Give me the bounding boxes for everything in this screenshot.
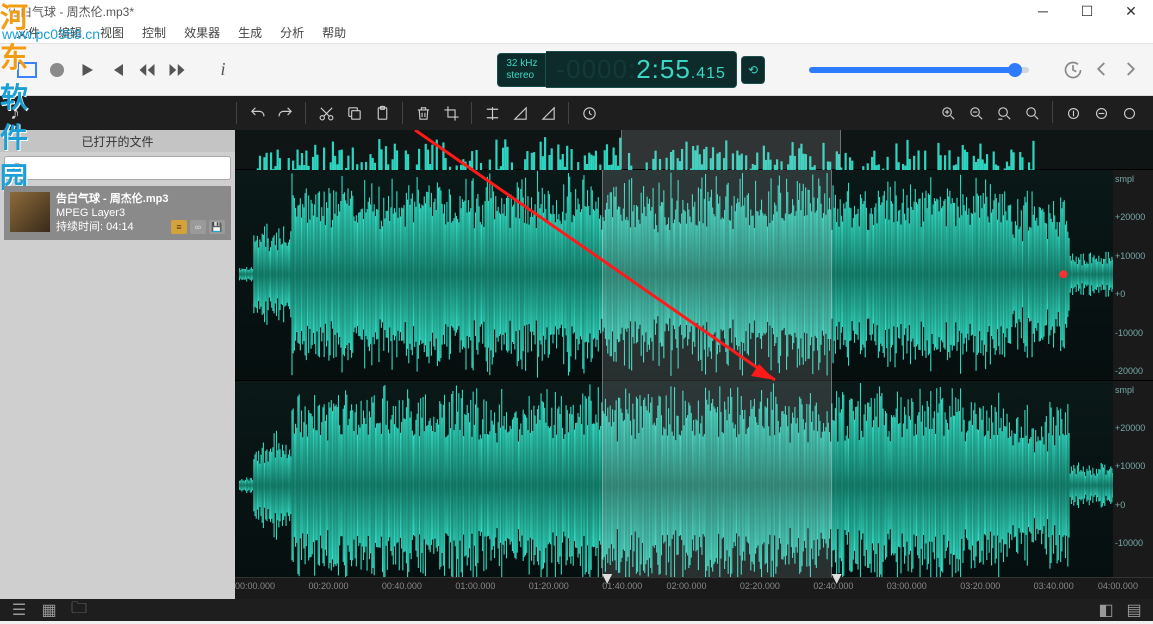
menu-generate[interactable]: 生成 [238, 24, 262, 41]
redo-button[interactable] [273, 101, 297, 125]
minimize-button[interactable]: ─ [1021, 0, 1065, 22]
undo-button[interactable] [245, 101, 269, 125]
view-folder-icon[interactable]: 🗀 [70, 601, 88, 619]
zoom-selection-button[interactable] [992, 101, 1016, 125]
info-button[interactable]: i [210, 57, 236, 83]
rewind-button[interactable] [134, 57, 160, 83]
channels-icon[interactable]: ◧ [1097, 601, 1115, 619]
y-ruler-left: smpl +20000+10000+0-10000-20000 [1113, 170, 1153, 380]
cut-button[interactable] [314, 101, 338, 125]
search-icon [11, 161, 25, 175]
skip-start-button[interactable] [104, 57, 130, 83]
zoom-in-button[interactable] [936, 101, 960, 125]
audio-format-label: 32 kHz stereo [497, 53, 546, 87]
menu-help[interactable]: 帮助 [322, 24, 346, 41]
zoom-out-button[interactable] [964, 101, 988, 125]
nav-back-button[interactable] [1093, 60, 1111, 80]
edit-toolbar: ♪ [0, 96, 1153, 130]
status-bar: ☰ ▦ 🗀 ◧ ▤ [0, 599, 1153, 621]
sidebar-header: 已打开的文件 [0, 130, 235, 152]
menu-file[interactable]: 文件 [16, 24, 40, 41]
waveform-area[interactable]: smpl +20000+10000+0-10000-20000 smpl +20… [235, 130, 1153, 599]
fade-out-button[interactable] [536, 101, 560, 125]
menu-analyze[interactable]: 分析 [280, 24, 304, 41]
menu-edit[interactable]: 编辑 [58, 24, 82, 41]
zoom-v-out-button[interactable] [1089, 101, 1113, 125]
file-duration: 持续时间: 04:14 [56, 220, 168, 234]
view-grid-icon[interactable]: ▦ [40, 601, 58, 619]
file-item[interactable]: 告白气球 - 周杰伦.mp3 MPEG Layer3 持续时间: 04:14 ≡… [4, 186, 231, 240]
transport-bar: i 32 kHz stereo -0000:2:55.415 ⟲ [0, 44, 1153, 96]
nav-forward-button[interactable] [1121, 60, 1139, 80]
album-art-thumb [10, 192, 50, 232]
play-button[interactable] [74, 57, 100, 83]
selection-tool-button[interactable] [14, 57, 40, 83]
time-counter: -0000:2:55.415 [546, 51, 736, 88]
fade-in-button[interactable] [508, 101, 532, 125]
history-button[interactable] [1063, 60, 1083, 80]
delete-button[interactable] [411, 101, 435, 125]
zoom-fit-button[interactable] [1020, 101, 1044, 125]
forward-button[interactable] [164, 57, 190, 83]
time-display: 32 kHz stereo -0000:2:55.415 ⟲ [497, 51, 765, 88]
save-icon: 💾 [209, 220, 225, 234]
close-button[interactable]: ✕ [1109, 0, 1153, 22]
zoom-v-in-button[interactable] [1061, 101, 1085, 125]
menu-effects[interactable]: 效果器 [184, 24, 220, 41]
crop-button[interactable] [439, 101, 463, 125]
menu-bar: 文件 编辑 视图 控制 效果器 生成 分析 帮助 [0, 22, 1153, 44]
link-icon: ∞ [190, 220, 206, 234]
normalize-button[interactable] [480, 101, 504, 125]
window-title: 告白气球 - 周杰伦.mp3* [8, 3, 134, 20]
menu-control[interactable]: 控制 [142, 24, 166, 41]
search-input[interactable] [4, 156, 231, 180]
y-ruler-right: smpl +20000+10000+0-10000-20000 [1113, 381, 1153, 590]
time-ruler[interactable]: 00:00.000 00:20.000 00:40.000 01:00.000 … [235, 577, 1153, 599]
loop-icon[interactable]: ⟲ [741, 56, 765, 84]
paste-button[interactable] [370, 101, 394, 125]
record-button[interactable] [44, 57, 70, 83]
view-list-icon[interactable]: ☰ [10, 601, 28, 619]
file-codec: MPEG Layer3 [56, 206, 168, 220]
file-title: 告白气球 - 周杰伦.mp3 [56, 192, 168, 206]
spectrum-icon[interactable]: ▤ [1125, 601, 1143, 619]
selection-range[interactable] [602, 170, 832, 599]
overview-selection[interactable] [621, 130, 841, 169]
sidebar: 已打开的文件 告白气球 - 周杰伦.mp3 MPEG Layer3 持续时间: … [0, 130, 235, 599]
maximize-button[interactable]: ☐ [1065, 0, 1109, 22]
waveform-overview[interactable] [235, 130, 1153, 170]
note-icon: ♪ [10, 102, 40, 125]
title-bar: 告白气球 - 周杰伦.mp3* ─ ☐ ✕ [0, 0, 1153, 22]
position-slider[interactable] [809, 67, 1029, 73]
loop-toggle-button[interactable] [577, 101, 601, 125]
zoom-v-reset-button[interactable] [1117, 101, 1141, 125]
badge-icon: ≡ [171, 220, 187, 234]
copy-button[interactable] [342, 101, 366, 125]
menu-view[interactable]: 视图 [100, 24, 124, 41]
